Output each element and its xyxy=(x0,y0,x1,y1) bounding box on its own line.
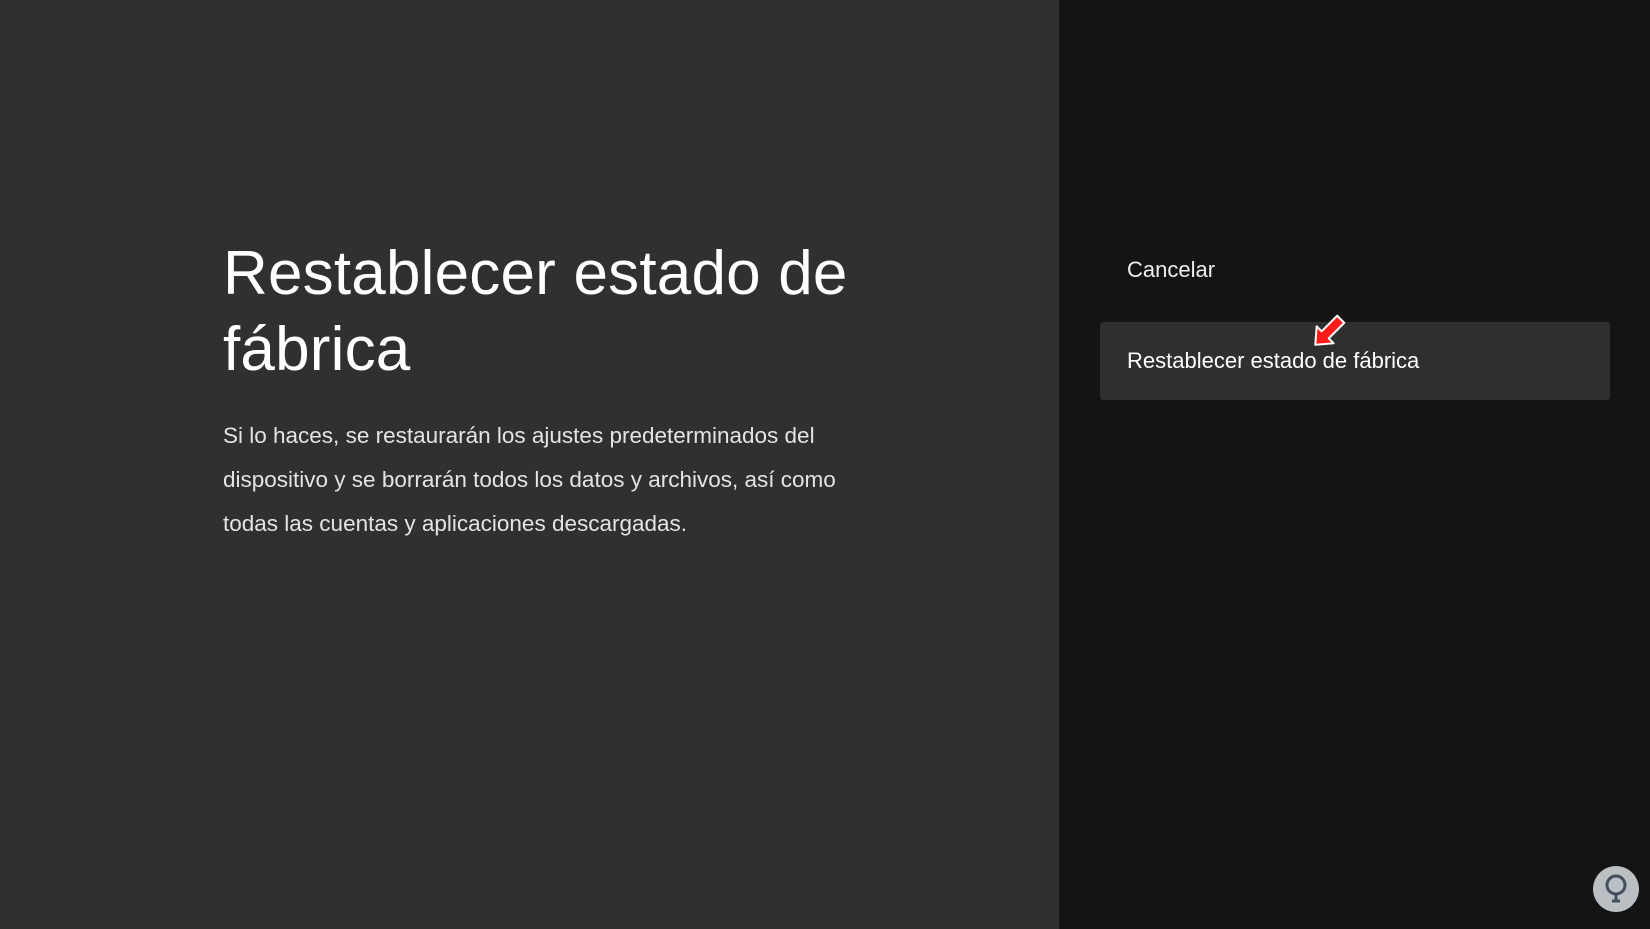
info-panel: Restablecer estado de fábrica Si lo hace… xyxy=(0,0,1059,929)
actions-panel: Cancelar Restablecer estado de fábrica xyxy=(1059,0,1650,929)
factory-reset-screen: Restablecer estado de fábrica Si lo hace… xyxy=(0,0,1650,929)
cancel-button[interactable]: Cancelar xyxy=(1100,231,1610,309)
site-logo-icon xyxy=(1593,866,1639,912)
page-title: Restablecer estado de fábrica xyxy=(223,239,848,384)
arrow-pointer-icon xyxy=(1314,314,1346,346)
factory-reset-button[interactable]: Restablecer estado de fábrica xyxy=(1100,322,1610,400)
reset-description: Si lo haces, se restaurarán los ajustes … xyxy=(223,423,836,536)
